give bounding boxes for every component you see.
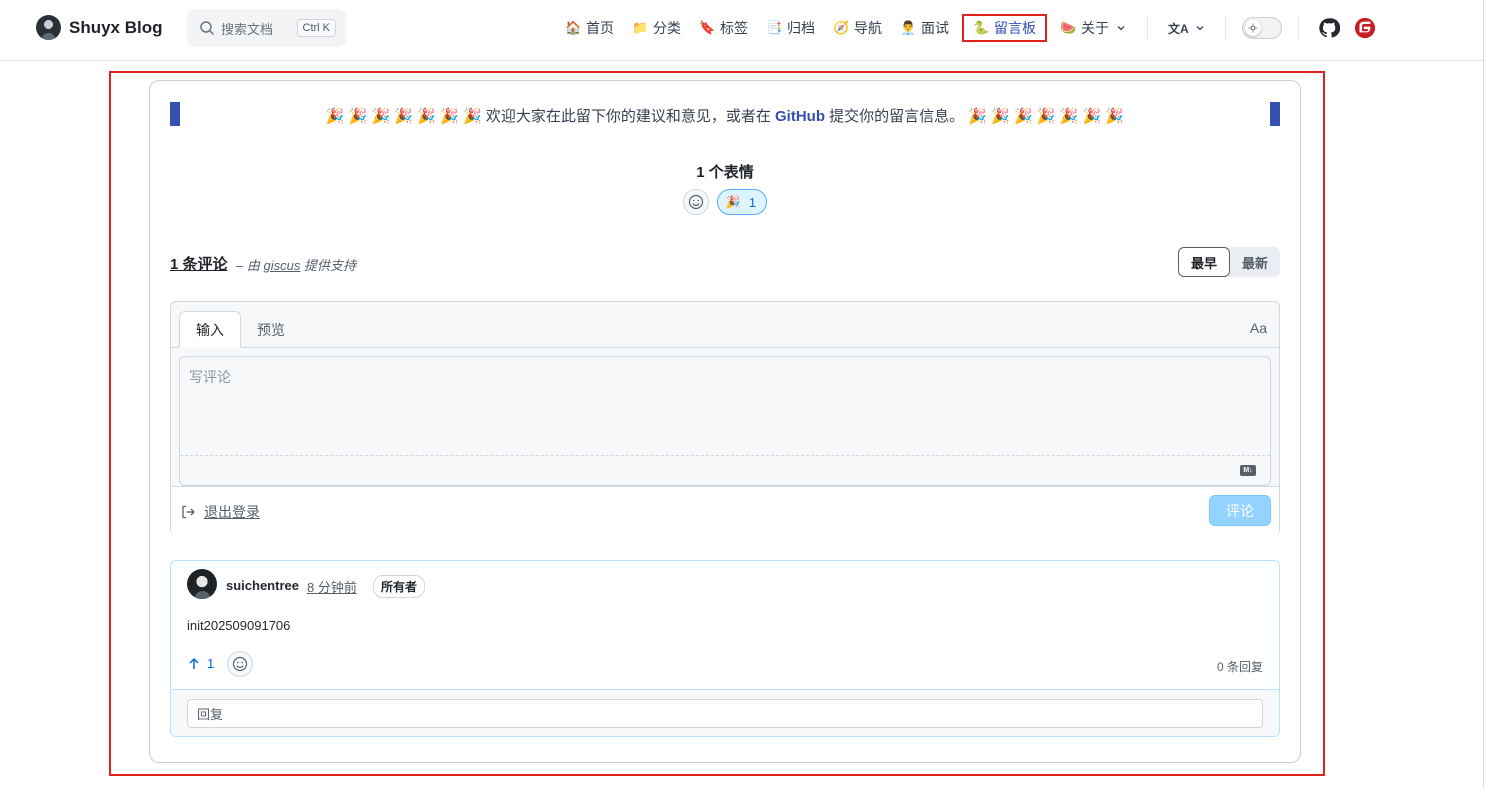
snake-icon: 🐍 bbox=[973, 20, 990, 35]
nav-about-label: 关于 bbox=[1081, 20, 1109, 36]
banner-emoji-left: 🎉 🎉 🎉 🎉 🎉 🎉 🎉 bbox=[325, 108, 482, 125]
brand-link[interactable]: Shuyx Blog bbox=[36, 15, 163, 40]
powered-suffix: 提供支持 bbox=[303, 258, 356, 273]
search-button[interactable]: 搜索文档 Ctrl K bbox=[187, 9, 346, 47]
nav-navigation-label: 导航 bbox=[854, 20, 882, 36]
tada-count: 1 bbox=[748, 194, 757, 210]
chevron-down-icon bbox=[1196, 26, 1204, 31]
reply-count: 0 条回复 bbox=[1216, 660, 1263, 674]
guestbook-card: 🎉 🎉 🎉 🎉 🎉 🎉 🎉 欢迎大家在此留下你的建议和意见，或者在 GitHub… bbox=[149, 80, 1301, 763]
nav-divider bbox=[1147, 16, 1148, 40]
person-icon: 👨‍💼 bbox=[900, 20, 917, 35]
gitee-icon[interactable] bbox=[1354, 17, 1376, 39]
comment-time[interactable]: 8 分钟前 bbox=[307, 577, 357, 596]
upvote-count: 1 bbox=[207, 656, 215, 671]
format-toggle[interactable]: Aa bbox=[1250, 320, 1267, 336]
search-shortcut: Ctrl K bbox=[296, 19, 336, 37]
navbar: Shuyx Blog 搜索文档 Ctrl K 🏠 首页 📁 分类 🔖 标签 📑 归档 🧭… bbox=[0, 0, 1485, 61]
comment-item: suichentree 8 分钟前 所有者 init202509091706 1… bbox=[170, 560, 1280, 737]
translate-icon: 文A bbox=[1168, 21, 1189, 36]
comment-author[interactable]: suichentree bbox=[226, 578, 299, 593]
tab-write[interactable]: 输入 bbox=[179, 311, 241, 348]
nav-home[interactable]: 🏠 首页 bbox=[556, 16, 623, 40]
logout-label: 退出登录 bbox=[204, 504, 260, 520]
comments-count[interactable]: 1 条评论 bbox=[170, 253, 228, 274]
markdown-icon: M↓ bbox=[1240, 465, 1256, 476]
avatar[interactable] bbox=[187, 569, 217, 599]
nav-guestbook-label: 留言板 bbox=[994, 20, 1036, 36]
smiley-icon bbox=[688, 194, 704, 210]
nav-tags-label: 标签 bbox=[720, 20, 748, 36]
owner-badge: 所有者 bbox=[373, 575, 426, 598]
reply-area: 回复 bbox=[171, 689, 1279, 736]
add-reaction-button[interactable] bbox=[227, 651, 253, 677]
editor-tabs: 输入 预览 bbox=[179, 311, 301, 348]
add-reaction-button[interactable] bbox=[682, 189, 709, 215]
archive-icon: 📑 bbox=[766, 20, 783, 35]
powered-by: – 由 giscus 提供支持 bbox=[236, 255, 356, 274]
sign-out-icon bbox=[182, 505, 195, 519]
brand-title: Shuyx Blog bbox=[69, 17, 163, 37]
brand-avatar bbox=[36, 15, 61, 40]
logout-link[interactable]: 退出登录 bbox=[180, 502, 260, 522]
nav-categories[interactable]: 📁 分类 bbox=[623, 16, 690, 40]
comment-editor: 输入 预览 Aa 写评论 M↓ 退出登录 评论 bbox=[170, 301, 1280, 536]
submit-comment-button[interactable]: 评论 bbox=[1209, 495, 1271, 526]
nav-interview-label: 面试 bbox=[921, 20, 949, 36]
editor-footer: 退出登录 评论 bbox=[171, 486, 1279, 536]
chevron-down-icon bbox=[1117, 26, 1125, 31]
folder-icon: 📁 bbox=[632, 20, 649, 35]
arrow-up-icon bbox=[189, 657, 199, 669]
comment-placeholder: 写评论 bbox=[189, 369, 231, 385]
theme-toggle[interactable] bbox=[1241, 17, 1282, 39]
nav-archive-label: 归档 bbox=[787, 20, 815, 36]
reply-input[interactable]: 回复 bbox=[187, 699, 1263, 728]
upvote-button[interactable]: 1 bbox=[187, 656, 214, 671]
tabs-divider bbox=[171, 347, 1279, 348]
banner-text-before: 欢迎大家在此留下你的建议和意见，或者在 bbox=[485, 108, 771, 125]
nav-categories-label: 分类 bbox=[653, 20, 681, 36]
scrollbar-edge bbox=[1483, 0, 1484, 789]
nav-guestbook[interactable]: 🐍 留言板 bbox=[962, 14, 1047, 42]
search-icon bbox=[200, 21, 214, 35]
search-placeholder: 搜索文档 bbox=[221, 21, 274, 37]
tada-icon: 🎉 bbox=[725, 195, 741, 209]
tab-preview[interactable]: 预览 bbox=[241, 311, 301, 348]
home-icon: 🏠 bbox=[565, 20, 582, 35]
sun-icon bbox=[1244, 20, 1261, 36]
nav-tags[interactable]: 🔖 标签 bbox=[690, 16, 757, 40]
comment-body: init202509091706 bbox=[187, 618, 291, 633]
reactions-row: 🎉 1 bbox=[150, 189, 1300, 215]
nav-home-label: 首页 bbox=[586, 20, 614, 36]
sort-oldest-button[interactable]: 最早 bbox=[1177, 247, 1230, 277]
giscus-link[interactable]: giscus bbox=[263, 258, 300, 273]
welcome-banner: 🎉 🎉 🎉 🎉 🎉 🎉 🎉 欢迎大家在此留下你的建议和意见，或者在 GitHub… bbox=[150, 105, 1300, 126]
smiley-icon bbox=[232, 656, 248, 672]
banner-text-after: 提交你的留言信息。 bbox=[829, 108, 965, 125]
banner-emoji-right: 🎉 🎉 🎉 🎉 🎉 🎉 🎉 bbox=[968, 108, 1125, 125]
compass-icon: 🧭 bbox=[833, 20, 850, 35]
watermelon-icon: 🍉 bbox=[1060, 20, 1077, 35]
sort-newest-button[interactable]: 最新 bbox=[1230, 247, 1280, 277]
textarea-divider bbox=[180, 455, 1270, 456]
nav-divider bbox=[1297, 16, 1299, 40]
nav-archive[interactable]: 📑 归档 bbox=[757, 16, 824, 40]
nav-interview[interactable]: 👨‍💼 面试 bbox=[891, 16, 958, 40]
nav-divider bbox=[1224, 16, 1226, 40]
sort-toggle: 最早 最新 bbox=[1177, 247, 1280, 277]
language-switch[interactable]: 文A bbox=[1160, 20, 1213, 37]
reactions-title: 1 个表情 bbox=[696, 164, 754, 181]
github-icon[interactable] bbox=[1318, 17, 1340, 39]
tag-icon: 🔖 bbox=[699, 20, 716, 35]
github-link[interactable]: GitHub bbox=[775, 108, 825, 125]
nav-navigation[interactable]: 🧭 导航 bbox=[824, 16, 891, 40]
nav-about[interactable]: 🍉 关于 bbox=[1051, 16, 1135, 40]
comment-input[interactable]: 写评论 M↓ bbox=[179, 356, 1271, 486]
tada-reaction[interactable]: 🎉 1 bbox=[716, 189, 768, 215]
powered-prefix: – 由 bbox=[236, 258, 260, 273]
main-nav: 🏠 首页 📁 分类 🔖 标签 📑 归档 🧭 导航 👨‍💼 面试 🐍 留言板 🍉 关于 文A bbox=[556, 14, 1383, 42]
